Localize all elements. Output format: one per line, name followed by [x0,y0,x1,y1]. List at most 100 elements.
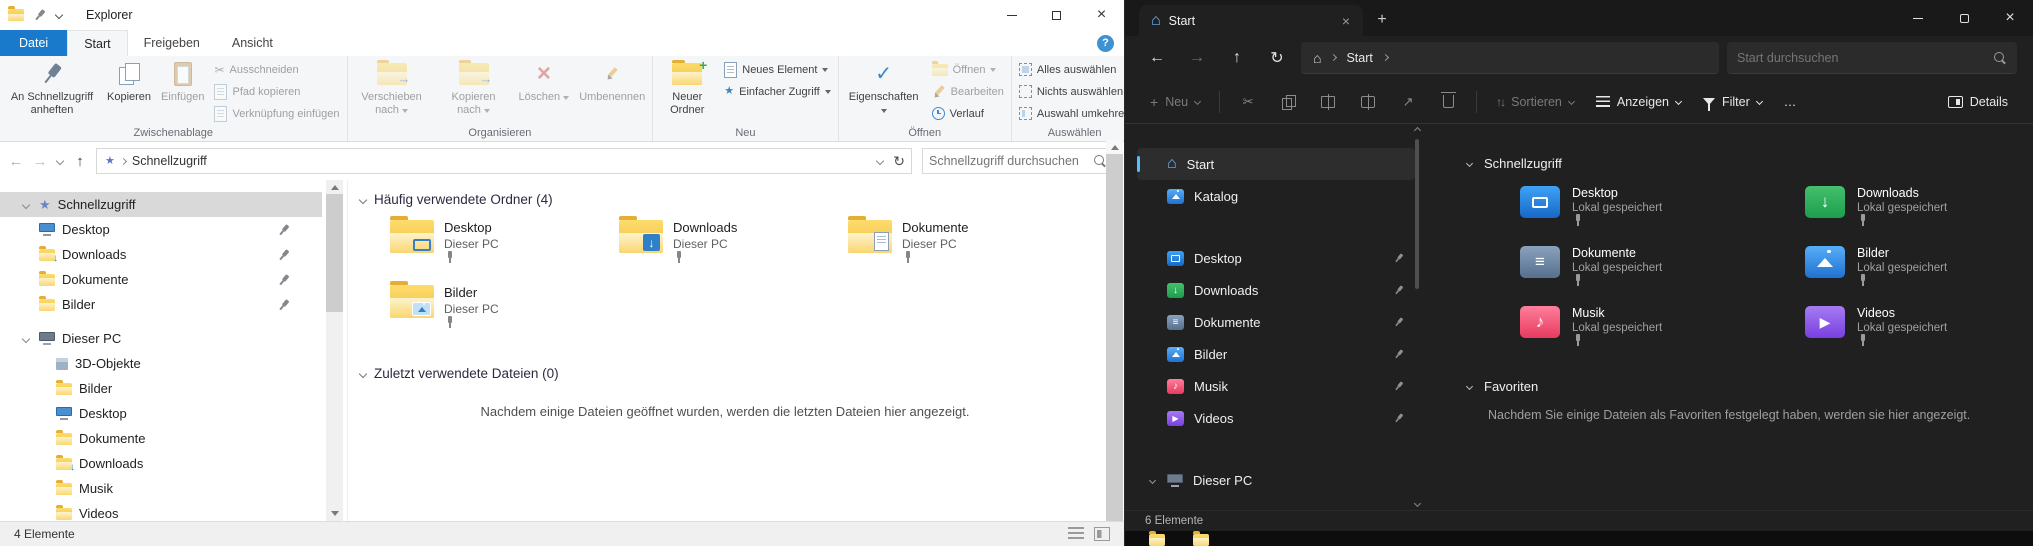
refresh-icon[interactable]: ↻ [1261,42,1293,74]
minimize-button[interactable] [1895,0,1941,36]
sidebar-item-start[interactable]: ⌂ Start [1137,148,1415,180]
win10-titlebar[interactable]: Explorer × [0,0,1124,30]
delete-button[interactable]: × Löschen [514,57,575,124]
sidebar-item-music[interactable]: ♪ Musik [1137,370,1415,402]
sidebar-item-quick-access[interactable]: ★ Schnellzugriff [0,192,322,217]
details-pane-button[interactable]: Details [1939,86,2017,118]
expand-chevron-icon[interactable] [22,200,30,208]
scrollbar-thumb[interactable] [326,194,343,312]
sidebar-item-pictures[interactable]: Bilder [1137,338,1415,370]
tile-documents[interactable]: ≡ Dokumente Lokal gespeichert [1520,246,1805,306]
search-icon[interactable] [1993,51,2007,65]
sidebar-item-documents[interactable]: Dokumente [0,267,322,292]
open-button[interactable]: Öffnen [927,60,1009,79]
folder-tile-desktop[interactable]: Desktop Dieser PC [390,220,619,285]
sidebar-item-pictures-pc[interactable]: Bilder [0,376,322,401]
minimize-button[interactable] [989,0,1034,30]
address-dropdown-icon[interactable] [876,157,884,165]
collapse-chevron-icon[interactable] [1466,160,1473,167]
edit-button[interactable]: Bearbeiten [927,82,1009,101]
sidebar-item-downloads[interactable]: ↓ Downloads [0,242,322,267]
tile-downloads[interactable]: ↓ Downloads Lokal gespeichert [1805,186,2033,246]
tab-close-icon[interactable]: × [1337,12,1355,30]
select-none-button[interactable]: Nichts auswählen [1014,82,1124,101]
sidebar-item-desktop[interactable]: Desktop [0,217,322,242]
scroll-up-icon[interactable] [1413,127,1420,134]
sidebar-item-downloads[interactable]: ↓ Downloads [1137,274,1415,306]
maximize-button[interactable] [1034,0,1079,30]
back-icon[interactable]: ← [4,149,28,173]
section-recent-files[interactable]: Zuletzt verwendete Dateien (0) [360,366,559,381]
address-bar[interactable]: ★ Schnellzugriff ↻ [96,148,912,174]
view-button[interactable]: Anzeigen [1587,86,1690,118]
scroll-up-icon[interactable] [331,185,339,190]
breadcrumb-bar[interactable]: ⌂ Start [1301,42,1719,74]
maximize-button[interactable] [1941,0,1987,36]
scroll-down-icon[interactable] [331,511,339,516]
home-icon[interactable]: ⌂ [1313,51,1321,65]
up-icon[interactable]: ↑ [68,149,92,173]
tab-view[interactable]: Ansicht [216,30,289,56]
section-quick-access[interactable]: Schnellzugriff [1467,156,1562,171]
paste-button[interactable] [1310,86,1346,118]
sidebar-scrollbar[interactable] [1411,128,1423,506]
qat-pin-icon[interactable] [32,7,49,24]
expand-chevron-icon[interactable] [1148,476,1155,483]
large-icons-view-icon[interactable] [1094,527,1110,541]
new-folder-button[interactable]: + Neuer Ordner [655,57,719,124]
forward-icon[interactable]: → [28,149,52,173]
taskbar-folder-icon[interactable] [1193,534,1209,546]
new-item-button[interactable]: Neues Element [719,60,835,79]
sidebar-item-desktop-pc[interactable]: Desktop [0,401,322,426]
up-icon[interactable]: ↑ [1221,42,1253,74]
cut-button[interactable]: ✂ Ausschneiden [209,60,344,79]
close-button[interactable]: × [1987,0,2033,36]
easy-access-button[interactable]: ★ Einfacher Zugriff [719,82,835,101]
copy-path-button[interactable]: Pfad kopieren [209,82,344,101]
sidebar-item-gallery[interactable]: Katalog [1137,180,1415,212]
collapse-chevron-icon[interactable] [1466,383,1473,390]
explorer-tab-start[interactable]: ⌂ Start × [1139,5,1363,36]
new-button[interactable]: + Neu [1141,86,1209,118]
sidebar-item-this-pc[interactable]: Dieser PC [1137,464,1415,496]
more-button[interactable]: … [1775,86,1806,118]
sidebar-item-documents[interactable]: ≡ Dokumente [1137,306,1415,338]
paste-button[interactable]: Einfügen [156,57,209,124]
scroll-down-icon[interactable] [1413,500,1420,507]
copy-button[interactable]: Kopieren [102,57,156,124]
section-frequent-folders[interactable]: Häufig verwendete Ordner (4) [360,192,553,207]
select-all-button[interactable]: Alles auswählen [1014,60,1124,79]
tile-videos[interactable]: ▶ Videos Lokal gespeichert [1805,306,2033,366]
delete-button[interactable] [1430,86,1466,118]
sidebar-item-desktop[interactable]: Desktop [1137,242,1415,274]
collapse-chevron-icon[interactable] [359,369,367,377]
sidebar-item-music[interactable]: Musik [0,476,322,501]
move-to-button[interactable]: → Verschieben nach [350,57,434,124]
share-button[interactable]: ↗ [1390,86,1426,118]
section-favorites[interactable]: Favoriten [1467,379,1538,394]
history-button[interactable]: Verlauf [927,104,1009,123]
folder-tile-downloads[interactable]: ↓ Downloads Dieser PC [619,220,848,285]
collapse-chevron-icon[interactable] [359,195,367,203]
sort-button[interactable]: ↑↓ Sortieren [1487,86,1583,118]
rename-button[interactable]: Umbenennen [574,57,650,124]
sidebar-item-videos[interactable]: ▶ Videos [1137,402,1415,434]
invert-selection-button[interactable]: Auswahl umkehren [1014,104,1124,123]
content-scrollbar[interactable] [1106,140,1123,546]
refresh-icon[interactable]: ↻ [893,154,905,168]
breadcrumb-chevron-icon[interactable] [1330,54,1337,61]
cut-button[interactable]: ✂ [1230,86,1266,118]
properties-button[interactable]: ✓ Eigenschaften [841,57,927,124]
win11-titlebar[interactable]: ⌂ Start × + × [1125,0,2033,36]
search-icon[interactable] [1093,154,1107,168]
forward-icon[interactable]: → [1181,42,1213,74]
close-button[interactable]: × [1079,0,1124,30]
recent-locations-chevron-icon[interactable] [52,149,68,173]
scroll-up-icon[interactable] [1111,145,1119,150]
sidebar-item-3d-objects[interactable]: 3D-Objekte [0,351,322,376]
qat-customize-chevron-icon[interactable] [55,11,63,19]
sidebar-item-videos[interactable]: Videos [0,501,322,521]
tab-file[interactable]: Datei [0,30,67,56]
tab-share[interactable]: Freigeben [128,30,216,56]
tab-home[interactable]: Start [67,30,127,56]
